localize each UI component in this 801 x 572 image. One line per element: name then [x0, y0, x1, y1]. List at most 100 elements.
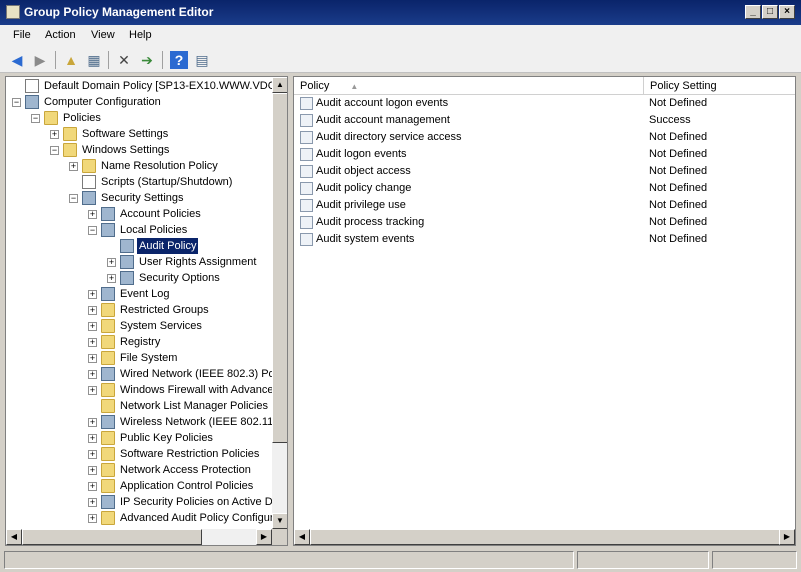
tree-node[interactable]: + IP Security Policies on Active Director… — [6, 494, 272, 510]
tree-node[interactable]: + Network Access Protection — [6, 462, 272, 478]
tree-node-label[interactable]: Software Restriction Policies — [118, 446, 261, 462]
tree-node[interactable]: + Software Settings — [6, 126, 272, 142]
tree-node[interactable]: + Application Control Policies — [6, 478, 272, 494]
expand-toggle[interactable]: + — [88, 418, 97, 427]
tree-node-label[interactable]: Security Settings — [99, 190, 186, 206]
column-header-policy-setting[interactable]: Policy Setting — [644, 77, 795, 95]
expand-toggle[interactable]: + — [69, 162, 78, 171]
expand-toggle[interactable]: + — [50, 130, 59, 139]
expand-toggle[interactable]: + — [88, 498, 97, 507]
tree-node-label[interactable]: Wireless Network (IEEE 802.11) Policies — [118, 414, 272, 430]
list-item[interactable]: Audit policy change Not Defined — [294, 180, 795, 197]
menu-action[interactable]: Action — [45, 29, 76, 41]
menu-view[interactable]: View — [91, 29, 115, 41]
tree-node[interactable]: + Account Policies — [6, 206, 272, 222]
expand-toggle[interactable]: + — [88, 354, 97, 363]
tree-node[interactable]: + Security Options — [6, 270, 272, 286]
delete-icon[interactable]: ✕ — [115, 51, 133, 69]
tree-node-label[interactable]: Name Resolution Policy — [99, 158, 220, 174]
tree-node-label[interactable]: IP Security Policies on Active Directory — [118, 494, 272, 510]
collapse-toggle[interactable]: − — [88, 226, 97, 235]
list-item[interactable]: Audit system events Not Defined — [294, 231, 795, 248]
up-folder-icon[interactable]: ▲ — [62, 51, 80, 69]
expand-toggle[interactable]: + — [107, 274, 116, 283]
expand-toggle[interactable]: + — [88, 482, 97, 491]
tree-node[interactable]: − Security Settings — [6, 190, 272, 206]
tree-node-label[interactable]: Policies — [61, 110, 103, 126]
show-hide-tree-icon[interactable]: ▦ — [85, 51, 103, 69]
tree-node[interactable]: + Name Resolution Policy — [6, 158, 272, 174]
collapse-toggle[interactable]: − — [31, 114, 40, 123]
expand-toggle[interactable]: + — [88, 450, 97, 459]
expand-toggle[interactable]: + — [88, 370, 97, 379]
tree-node-label[interactable]: Public Key Policies — [118, 430, 215, 446]
column-header-policy[interactable]: Policy ▲ — [294, 77, 644, 95]
list-hscroll-thumb[interactable] — [310, 529, 780, 545]
collapse-toggle[interactable]: − — [50, 146, 59, 155]
expand-toggle[interactable]: + — [88, 290, 97, 299]
tree-node-label[interactable]: Advanced Audit Policy Configuration — [118, 510, 272, 526]
list-item[interactable]: Audit directory service access Not Define… — [294, 129, 795, 146]
list-item[interactable]: Audit logon events Not Defined — [294, 146, 795, 163]
tree-node[interactable]: + Software Restriction Policies — [6, 446, 272, 462]
tree-node[interactable]: + Advanced Audit Policy Configuration — [6, 510, 272, 526]
expand-toggle[interactable]: + — [88, 434, 97, 443]
tree-node[interactable]: + Public Key Policies — [6, 430, 272, 446]
list-scroll-left-button[interactable]: ◀ — [294, 529, 310, 545]
tree-node[interactable]: + User Rights Assignment — [6, 254, 272, 270]
list-item[interactable]: Audit process tracking Not Defined — [294, 214, 795, 231]
tree-node-label[interactable]: Application Control Policies — [118, 478, 255, 494]
tree-node[interactable]: + Wireless Network (IEEE 802.11) Policies — [6, 414, 272, 430]
properties-icon[interactable]: ▤ — [193, 51, 211, 69]
expand-toggle[interactable]: + — [88, 514, 97, 523]
tree-node-label[interactable]: Wired Network (IEEE 802.3) Policies — [118, 366, 272, 382]
list-item[interactable]: Audit privilege use Not Defined — [294, 197, 795, 214]
tree-node-label[interactable]: File System — [118, 350, 179, 366]
expand-toggle[interactable]: + — [88, 466, 97, 475]
tree-node-label[interactable]: Local Policies — [118, 222, 189, 238]
menu-help[interactable]: Help — [129, 29, 152, 41]
tree-node[interactable]: + Wired Network (IEEE 802.3) Policies — [6, 366, 272, 382]
tree-node[interactable]: Audit Policy — [6, 237, 272, 255]
expand-toggle[interactable]: + — [107, 258, 116, 267]
scroll-left-button[interactable]: ◀ — [6, 529, 22, 545]
tree-node-label[interactable]: Account Policies — [118, 206, 203, 222]
tree-node[interactable]: Scripts (Startup/Shutdown) — [6, 174, 272, 190]
export-list-icon[interactable]: ➔ — [138, 51, 156, 69]
expand-toggle[interactable]: + — [88, 306, 97, 315]
list-item[interactable]: Audit account logon events Not Defined — [294, 95, 795, 112]
collapse-toggle[interactable]: − — [12, 98, 21, 107]
tree-node[interactable]: + Registry — [6, 334, 272, 350]
back-arrow-icon[interactable]: ◀ — [8, 51, 26, 69]
scroll-thumb[interactable] — [272, 93, 287, 443]
tree-node-label[interactable]: Event Log — [118, 286, 172, 302]
tree-node-label[interactable]: Scripts (Startup/Shutdown) — [99, 174, 234, 190]
tree-node-label[interactable]: User Rights Assignment — [137, 254, 258, 270]
tree-node[interactable]: − Windows Settings — [6, 142, 272, 158]
forward-arrow-icon[interactable]: ▶ — [31, 51, 49, 69]
tree-node[interactable]: + File System — [6, 350, 272, 366]
tree-node-label[interactable]: Windows Settings — [80, 142, 171, 158]
tree-node-label[interactable]: Network List Manager Policies — [118, 398, 270, 414]
tree-node-label[interactable]: Software Settings — [80, 126, 170, 142]
menu-file[interactable]: File — [13, 29, 31, 41]
tree-node-label[interactable]: Default Domain Policy [SP13-EX10.WWW.VDO… — [42, 78, 272, 94]
list-horizontal-scrollbar[interactable]: ◀ ▶ — [294, 529, 795, 545]
scroll-down-button[interactable]: ▼ — [272, 513, 287, 529]
help-icon[interactable]: ? — [170, 51, 188, 69]
tree-node[interactable]: − Computer Configuration — [6, 94, 272, 110]
tree-node[interactable]: Network List Manager Policies — [6, 398, 272, 414]
scroll-right-button[interactable]: ▶ — [256, 529, 272, 545]
tree-node-label[interactable]: Registry — [118, 334, 162, 350]
tree-node-label[interactable]: Security Options — [137, 270, 222, 286]
tree-node[interactable]: + Restricted Groups — [6, 302, 272, 318]
tree-node-label[interactable]: Audit Policy — [135, 237, 200, 255]
tree-node-label[interactable]: Restricted Groups — [118, 302, 211, 318]
collapse-toggle[interactable]: − — [69, 194, 78, 203]
expand-toggle[interactable]: + — [88, 386, 97, 395]
tree-node[interactable]: Default Domain Policy [SP13-EX10.WWW.VDO… — [6, 78, 272, 94]
tree-node[interactable]: + Event Log — [6, 286, 272, 302]
expand-toggle[interactable]: + — [88, 338, 97, 347]
tree-horizontal-scrollbar[interactable]: ◀ ▶ — [6, 529, 272, 545]
tree-node[interactable]: + System Services — [6, 318, 272, 334]
